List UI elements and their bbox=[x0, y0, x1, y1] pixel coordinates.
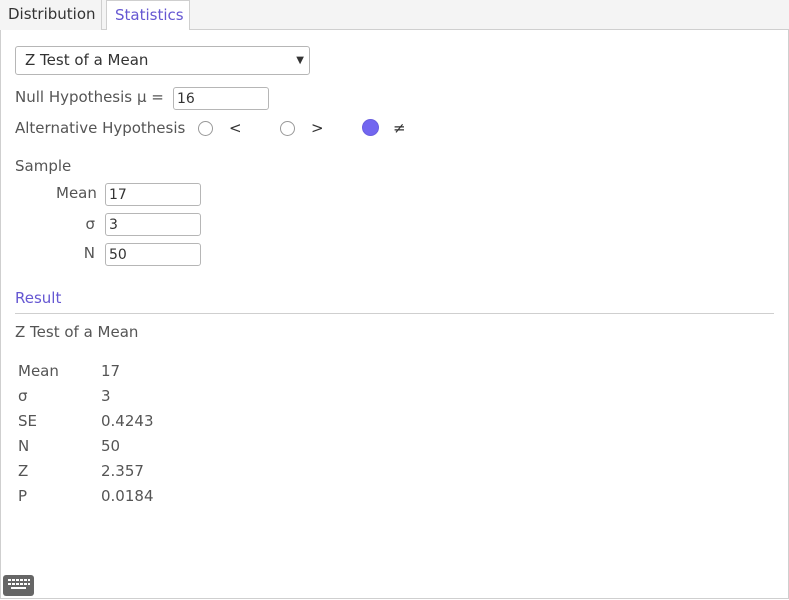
null-hypothesis-label: Null Hypothesis bbox=[15, 88, 133, 106]
result-row-name: N bbox=[18, 437, 30, 455]
sample-title: Sample bbox=[15, 157, 72, 175]
alt-not-equal-radio[interactable] bbox=[362, 119, 379, 136]
alt-greater-radio[interactable] bbox=[280, 121, 295, 136]
result-row-name: SE bbox=[18, 412, 37, 430]
statistics-calculator: Distribution Statistics Z Test of a Mean… bbox=[0, 0, 789, 600]
keyboard-icon[interactable] bbox=[3, 575, 34, 596]
statistics-panel: Z Test of a Mean ▼ Null Hypothesis μ = A… bbox=[0, 30, 789, 599]
alt-not-equal-label: ≠ bbox=[393, 119, 406, 137]
sample-sigma-label: σ bbox=[85, 215, 95, 233]
sample-mean-label: Mean bbox=[56, 184, 97, 202]
sample-n-label: N bbox=[83, 244, 95, 262]
procedure-select[interactable]: Z Test of a Mean ▼ bbox=[15, 46, 310, 75]
result-row-name: σ bbox=[18, 387, 28, 405]
sample-n-input[interactable] bbox=[105, 243, 201, 266]
result-row-value: 3 bbox=[101, 387, 111, 405]
sample-mean-input[interactable] bbox=[105, 183, 201, 206]
tab-distribution[interactable]: Distribution bbox=[0, 0, 102, 30]
result-row-value: 50 bbox=[101, 437, 121, 455]
result-row-value: 0.4243 bbox=[101, 412, 154, 430]
result-row-value: 0.0184 bbox=[101, 487, 154, 505]
null-hypothesis-input[interactable] bbox=[173, 87, 269, 110]
result-divider bbox=[15, 313, 774, 314]
result-row-value: 17 bbox=[101, 362, 121, 380]
alt-less-label: < bbox=[229, 119, 242, 137]
result-title: Result bbox=[15, 289, 62, 307]
alternative-hypothesis-label: Alternative Hypothesis bbox=[15, 119, 186, 137]
alt-greater-label: > bbox=[311, 119, 324, 137]
tab-statistics[interactable]: Statistics bbox=[106, 0, 190, 31]
result-row-name: Z bbox=[18, 462, 29, 480]
result-row-name: P bbox=[18, 487, 28, 505]
procedure-select-value: Z Test of a Mean bbox=[25, 51, 149, 69]
keyboard-icon-graphic bbox=[8, 579, 30, 589]
chevron-down-icon: ▼ bbox=[296, 55, 304, 66]
tab-bar: Distribution Statistics bbox=[0, 0, 789, 31]
result-row-value: 2.357 bbox=[101, 462, 144, 480]
alt-less-radio[interactable] bbox=[198, 121, 213, 136]
result-heading: Z Test of a Mean bbox=[15, 323, 139, 341]
null-hypothesis-symbol: μ = bbox=[137, 88, 164, 106]
sample-sigma-input[interactable] bbox=[105, 213, 201, 236]
result-row-name: Mean bbox=[18, 362, 59, 380]
